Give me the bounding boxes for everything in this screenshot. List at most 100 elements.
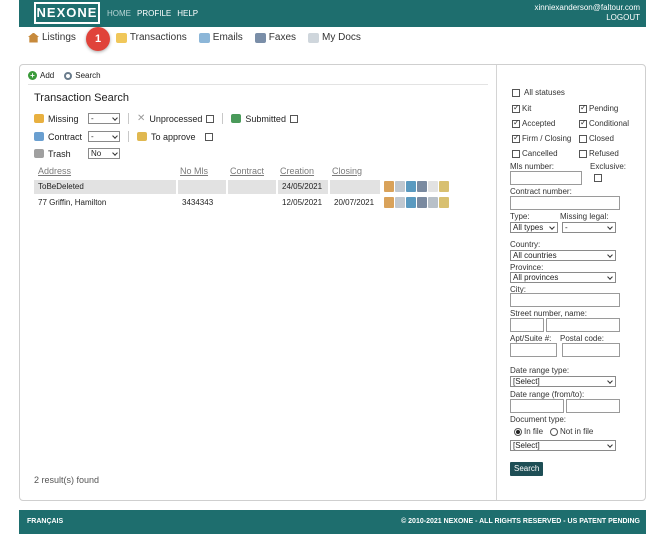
type-select[interactable]: All types bbox=[510, 222, 558, 233]
col-closing[interactable]: Closing bbox=[332, 166, 362, 176]
table-row[interactable]: ToBeDeleted 24/05/2021 bbox=[34, 180, 484, 194]
nav-profile[interactable]: PROFILE bbox=[137, 9, 171, 18]
col-address[interactable]: Address bbox=[38, 166, 71, 176]
status-checkbox[interactable] bbox=[512, 149, 520, 158]
trash-select[interactable]: No bbox=[88, 148, 120, 159]
cell-address: 77 Griffin, Hamilton bbox=[38, 198, 107, 207]
postal-code-input[interactable] bbox=[562, 343, 620, 357]
house-icon bbox=[28, 32, 39, 43]
status-checkbox[interactable] bbox=[579, 103, 587, 113]
cell-creation: 24/05/2021 bbox=[278, 180, 328, 194]
status-conditional: Conditional bbox=[579, 118, 630, 128]
tab-faxes[interactable]: Faxes bbox=[254, 32, 297, 43]
add-label: Add bbox=[40, 71, 55, 80]
module-tabs: Listings Transactions Emails Faxes My Do… bbox=[28, 32, 361, 43]
tab-transactions-label: Transactions bbox=[129, 32, 187, 43]
status-checkbox[interactable] bbox=[579, 149, 587, 158]
province-select[interactable]: All provinces bbox=[510, 272, 616, 283]
city-input[interactable] bbox=[510, 293, 620, 307]
sidebar-search-button[interactable]: Search bbox=[510, 462, 544, 476]
share-icon[interactable] bbox=[428, 197, 438, 208]
nav-home[interactable]: HOME bbox=[107, 9, 131, 18]
logout-link[interactable]: LOGOUT bbox=[534, 13, 640, 23]
mls-number-label: Mls number: bbox=[510, 162, 555, 171]
contract-number-input[interactable] bbox=[510, 196, 620, 210]
country-select[interactable]: All countries bbox=[510, 250, 616, 261]
in-file-radio[interactable] bbox=[514, 427, 522, 436]
apt-label: Apt/Suite #: bbox=[510, 334, 552, 343]
status-pending: Pending bbox=[579, 103, 619, 113]
date-to-input[interactable] bbox=[566, 399, 620, 413]
cell-creation: 12/05/2021 bbox=[282, 198, 323, 207]
print-icon[interactable] bbox=[417, 181, 427, 192]
note-icon[interactable] bbox=[439, 197, 449, 208]
mls-number-input[interactable] bbox=[510, 171, 582, 185]
in-file-option: In file bbox=[514, 427, 543, 436]
status-label: Pending bbox=[589, 104, 619, 113]
missing-legal-select[interactable]: - bbox=[562, 222, 616, 233]
unprocessed-icon: ✕ bbox=[137, 113, 146, 124]
street-name-input[interactable] bbox=[546, 318, 620, 332]
language-link[interactable]: FRANÇAIS bbox=[27, 518, 63, 525]
to-approve-icon bbox=[137, 132, 147, 141]
submitted-checkbox[interactable] bbox=[289, 114, 298, 123]
all-statuses-label: All statuses bbox=[524, 88, 565, 97]
document-type-select[interactable]: [Select] bbox=[510, 440, 616, 451]
fax-icon bbox=[254, 32, 266, 43]
table-header: Address No Mls Contract Creation Closing bbox=[34, 166, 484, 178]
top-bar: NEXONE HOME PROFILE HELP xinniexanderson… bbox=[19, 0, 646, 27]
status-checkbox[interactable] bbox=[512, 133, 520, 143]
nav-help[interactable]: HELP bbox=[177, 9, 198, 18]
results-area: + Add Search Transaction Search Missing … bbox=[20, 65, 497, 500]
to-approve-label: To approve bbox=[151, 131, 196, 142]
tab-listings[interactable]: Listings bbox=[28, 32, 76, 43]
edit-doc-icon[interactable] bbox=[384, 181, 394, 192]
tab-emails[interactable]: Emails bbox=[198, 32, 243, 43]
email-icon[interactable] bbox=[406, 197, 416, 208]
contract-icon bbox=[34, 132, 44, 141]
to-approve-checkbox[interactable] bbox=[205, 132, 213, 141]
all-statuses-checkbox[interactable] bbox=[512, 88, 520, 97]
add-button[interactable]: + Add bbox=[28, 71, 54, 80]
email-icon[interactable] bbox=[406, 181, 416, 192]
note-icon[interactable] bbox=[439, 181, 449, 192]
status-checkbox[interactable] bbox=[579, 118, 587, 128]
cell-contract bbox=[228, 196, 276, 210]
apt-input[interactable] bbox=[510, 343, 557, 357]
contract-label: Contract bbox=[48, 131, 83, 142]
date-range-type-select[interactable]: [Select] bbox=[510, 376, 616, 387]
trash-label: Trash bbox=[48, 148, 71, 159]
divider bbox=[222, 113, 224, 124]
toolbar: + Add Search bbox=[28, 71, 101, 80]
filter-row-3: Trash No bbox=[34, 148, 120, 159]
col-contract[interactable]: Contract bbox=[230, 166, 264, 176]
copyright: © 2010-2021 NEXONE - ALL RIGHTS RESERVED… bbox=[401, 518, 640, 525]
not-in-file-radio[interactable] bbox=[550, 427, 558, 436]
edit-doc-icon[interactable] bbox=[384, 197, 394, 208]
status-checkbox[interactable] bbox=[579, 134, 587, 143]
col-no-mls[interactable]: No Mls bbox=[180, 166, 208, 176]
col-creation[interactable]: Creation bbox=[280, 166, 314, 176]
exclusive-checkbox[interactable] bbox=[594, 174, 602, 182]
tab-my-docs[interactable]: My Docs bbox=[308, 32, 361, 43]
filter-row-1: Missing - ✕ Unprocessed Submitted bbox=[34, 113, 298, 124]
street-number-input[interactable] bbox=[510, 318, 544, 332]
status-label: Conditional bbox=[589, 119, 630, 128]
document-icon[interactable] bbox=[395, 181, 405, 192]
table-row[interactable]: 77 Griffin, Hamilton 3434343 12/05/2021 … bbox=[34, 196, 484, 210]
document-icon[interactable] bbox=[395, 197, 405, 208]
date-from-input[interactable] bbox=[510, 399, 564, 413]
status-checkbox[interactable] bbox=[512, 103, 520, 113]
unprocessed-checkbox[interactable] bbox=[206, 114, 215, 123]
missing-select[interactable]: - bbox=[88, 113, 120, 124]
tab-faxes-label: Faxes bbox=[268, 32, 297, 43]
type-label: Type: bbox=[510, 212, 530, 221]
print-icon[interactable] bbox=[417, 197, 427, 208]
tab-transactions[interactable]: Transactions bbox=[115, 32, 187, 43]
search-button[interactable]: Search bbox=[64, 71, 101, 80]
status-checkbox[interactable] bbox=[512, 118, 520, 128]
contract-select[interactable]: - bbox=[88, 131, 120, 142]
plus-icon: + bbox=[28, 71, 37, 80]
exclusive-label: Exclusive: bbox=[590, 162, 627, 171]
logo[interactable]: NEXONE bbox=[34, 2, 100, 24]
